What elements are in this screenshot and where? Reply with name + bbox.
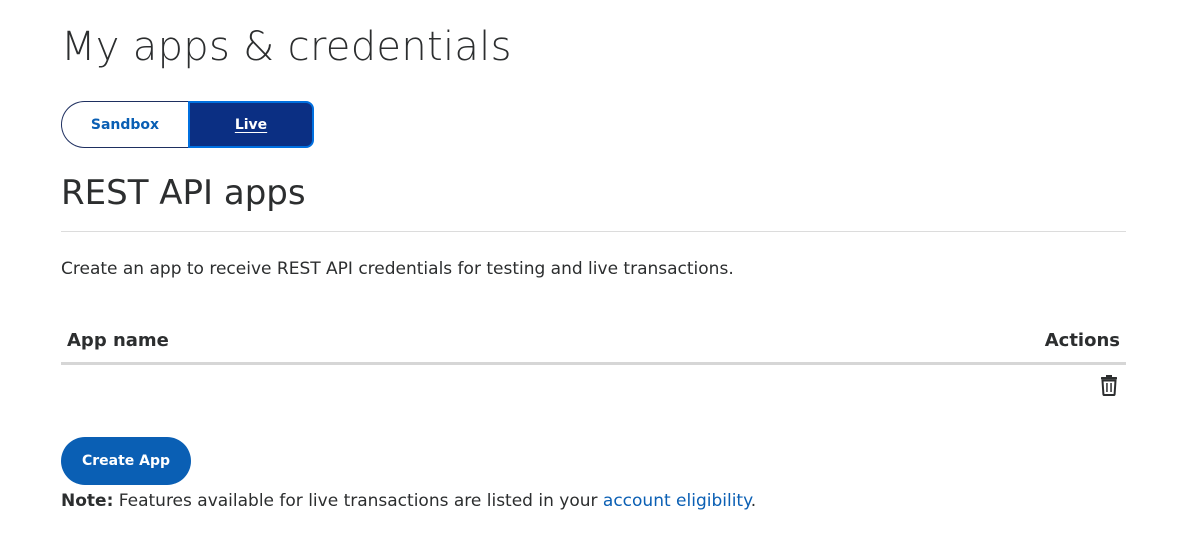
trash-icon[interactable]: [1100, 374, 1118, 396]
sandbox-toggle-button[interactable]: Sandbox: [61, 101, 188, 148]
section-divider: [61, 231, 1126, 232]
note-text: Features available for live transactions…: [113, 491, 603, 511]
note-label: Note:: [61, 491, 114, 511]
column-header-actions: Actions: [1044, 330, 1120, 351]
page: My apps & credentials Sandbox Live REST …: [0, 0, 1177, 556]
account-eligibility-link[interactable]: account eligibility: [603, 491, 751, 511]
note: Note: Features available for live transa…: [61, 491, 756, 511]
live-toggle-button[interactable]: Live: [188, 101, 314, 148]
create-app-button[interactable]: Create App: [61, 437, 191, 485]
section-title: REST API apps: [61, 173, 306, 213]
apps-table-header: App name Actions: [61, 330, 1126, 362]
section-description: Create an app to receive REST API creden…: [61, 259, 734, 279]
table-row: [61, 365, 1126, 405]
environment-toggle: Sandbox Live: [61, 101, 314, 148]
column-header-app-name: App name: [67, 330, 169, 351]
page-title: My apps & credentials: [61, 24, 512, 70]
note-suffix: .: [750, 491, 757, 511]
